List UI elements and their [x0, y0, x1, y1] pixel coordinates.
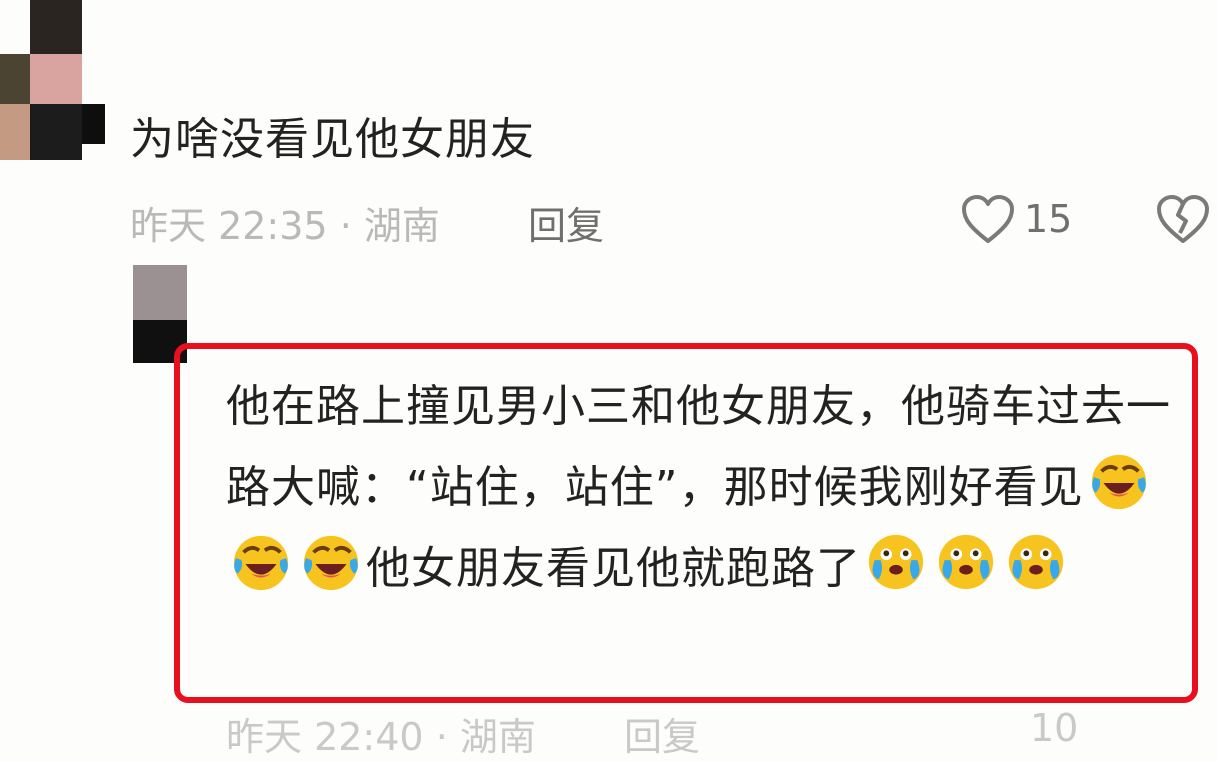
meta-separator: ·: [435, 715, 448, 759]
comment-location: 湖南: [363, 204, 440, 248]
laughing-crying-emoji: [1091, 454, 1146, 510]
reply-text-part-1: 他在路上撞见男小三和他女朋友，他骑车过去一路大喊：“站住，站住”，那时候我刚好看…: [226, 381, 1171, 513]
commenter-avatar[interactable]: [0, 0, 105, 160]
comment-meta: 昨天 22:35 · 湖南: [130, 195, 440, 250]
broken-heart-icon: [1157, 195, 1209, 243]
next-like-count: 10: [1030, 706, 1079, 750]
next-comment-location: 湖南: [459, 715, 536, 759]
pleading-tears-emoji: [868, 534, 924, 590]
next-comment-meta: 昨天 22:40 · 湖南: [226, 706, 536, 761]
laughing-crying-emoji: [303, 535, 359, 591]
like-button[interactable]: 15: [960, 193, 1072, 245]
reply-text: 他在路上撞见男小三和他女朋友，他骑车过去一路大喊：“站住，站住”，那时候我刚好看…: [226, 366, 1186, 609]
meta-separator: ·: [339, 204, 352, 248]
next-comment-time: 昨天 22:40: [226, 715, 424, 759]
dislike-button[interactable]: [1155, 193, 1211, 249]
pleading-tears-emoji: [938, 534, 994, 590]
reply-button[interactable]: 回复: [528, 195, 604, 250]
comment-text: 为啥没看见他女朋友: [130, 114, 535, 165]
reply-text-part-2: 他女朋友看见他就跑路了: [366, 543, 861, 594]
next-reply-button[interactable]: 回复: [624, 706, 700, 761]
heart-icon: [962, 195, 1014, 243]
laughing-crying-emoji: [233, 535, 289, 591]
pleading-tears-emoji: [1008, 534, 1064, 590]
like-count: 15: [1024, 197, 1073, 241]
comment-time: 昨天 22:35: [130, 204, 328, 248]
